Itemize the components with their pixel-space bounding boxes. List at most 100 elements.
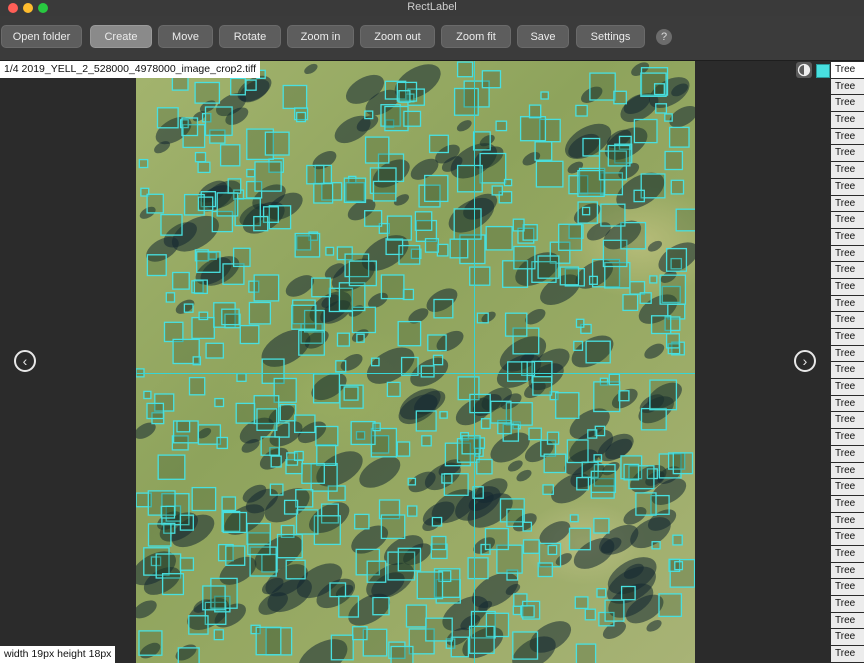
tree-bounding-box[interactable] — [356, 333, 365, 343]
tree-bounding-box[interactable] — [343, 177, 367, 204]
tree-bounding-box[interactable] — [179, 514, 194, 531]
tree-bounding-box[interactable] — [559, 266, 580, 286]
tree-bounding-box[interactable] — [607, 144, 631, 167]
tree-bounding-box[interactable] — [522, 539, 540, 554]
label-list-item[interactable]: Tree — [831, 245, 864, 262]
tree-bounding-box[interactable] — [348, 260, 377, 287]
tree-bounding-box[interactable] — [593, 454, 603, 462]
tree-bounding-box[interactable] — [188, 376, 206, 396]
tree-bounding-box[interactable] — [230, 77, 246, 96]
tree-bounding-box[interactable] — [450, 636, 470, 658]
label-list-item[interactable]: Tree — [831, 62, 864, 78]
tree-bounding-box[interactable] — [547, 544, 558, 556]
label-list-item[interactable]: Tree — [831, 562, 864, 579]
tree-bounding-box[interactable] — [191, 316, 215, 340]
tree-bounding-box[interactable] — [665, 247, 688, 272]
tree-bounding-box[interactable] — [301, 463, 325, 484]
tree-bounding-box[interactable] — [456, 61, 474, 78]
tree-bounding-box[interactable] — [587, 429, 598, 439]
tree-bounding-box[interactable] — [386, 381, 401, 398]
tree-bounding-box[interactable] — [639, 292, 652, 304]
tree-bounding-box[interactable] — [665, 333, 680, 349]
tree-bounding-box[interactable] — [146, 402, 165, 420]
tree-bounding-box[interactable] — [364, 136, 390, 164]
tree-bounding-box[interactable] — [402, 288, 415, 301]
tree-bounding-box[interactable] — [160, 505, 176, 519]
label-list-item[interactable]: Tree — [831, 212, 864, 228]
tree-bounding-box[interactable] — [604, 599, 625, 622]
contrast-icon[interactable] — [796, 62, 812, 78]
tree-bounding-box[interactable] — [335, 360, 347, 373]
label-list-item[interactable]: Tree — [831, 329, 864, 345]
tree-bounding-box[interactable] — [658, 593, 683, 618]
tree-bounding-box[interactable] — [512, 605, 522, 616]
tree-bounding-box[interactable] — [476, 458, 493, 475]
tree-bounding-box[interactable] — [512, 631, 539, 660]
tree-bounding-box[interactable] — [600, 203, 626, 227]
tree-bounding-box[interactable] — [216, 436, 229, 450]
label-color-swatch[interactable] — [816, 64, 830, 78]
tree-bounding-box[interactable] — [221, 496, 237, 512]
tree-bounding-box[interactable] — [181, 117, 199, 137]
tree-bounding-box[interactable] — [239, 324, 260, 345]
label-list-item[interactable]: Tree — [831, 128, 864, 145]
tree-bounding-box[interactable] — [414, 211, 433, 231]
tree-bounding-box[interactable] — [269, 483, 284, 496]
tree-bounding-box[interactable] — [295, 509, 319, 535]
label-list-item[interactable]: Tree — [831, 395, 864, 412]
tree-bounding-box[interactable] — [291, 304, 317, 330]
tree-bounding-box[interactable] — [672, 452, 694, 475]
tree-bounding-box[interactable] — [593, 517, 610, 534]
tree-bounding-box[interactable] — [311, 277, 331, 298]
tree-bounding-box[interactable] — [613, 90, 627, 105]
open-folder-button[interactable]: Open folder — [1, 25, 82, 48]
tree-bounding-box[interactable] — [202, 585, 226, 611]
tree-bounding-box[interactable] — [364, 110, 374, 120]
tree-bounding-box[interactable] — [675, 208, 695, 232]
tree-bounding-box[interactable] — [255, 626, 282, 656]
label-list-item[interactable]: Tree — [831, 445, 864, 462]
tree-bounding-box[interactable] — [336, 332, 351, 347]
zoom-in-button[interactable]: Zoom in — [287, 25, 354, 48]
tree-bounding-box[interactable] — [415, 410, 437, 432]
tree-bounding-box[interactable] — [204, 106, 233, 136]
tree-bounding-box[interactable] — [161, 573, 185, 596]
tree-bounding-box[interactable] — [235, 402, 256, 424]
tree-bounding-box[interactable] — [456, 164, 483, 193]
tree-bounding-box[interactable] — [640, 407, 667, 431]
tree-bounding-box[interactable] — [254, 161, 282, 192]
tree-bounding-box[interactable] — [575, 643, 597, 663]
label-list-item[interactable]: Tree — [831, 178, 864, 195]
tree-bounding-box[interactable] — [256, 408, 278, 431]
annotation-layer[interactable] — [136, 61, 695, 663]
tree-bounding-box[interactable] — [193, 279, 208, 295]
tree-bounding-box[interactable] — [633, 118, 658, 144]
tree-bounding-box[interactable] — [296, 111, 307, 123]
tree-bounding-box[interactable] — [138, 158, 149, 169]
tree-bounding-box[interactable] — [543, 453, 567, 474]
tree-bounding-box[interactable] — [540, 91, 549, 100]
tree-bounding-box[interactable] — [338, 282, 366, 312]
tree-bounding-box[interactable] — [589, 72, 616, 101]
tree-bounding-box[interactable] — [653, 83, 665, 96]
tree-bounding-box[interactable] — [528, 427, 542, 441]
label-list-item[interactable]: Tree — [831, 529, 864, 545]
tree-bounding-box[interactable] — [495, 120, 508, 132]
tree-bounding-box[interactable] — [532, 376, 553, 396]
tree-bounding-box[interactable] — [520, 605, 535, 618]
tree-bounding-box[interactable] — [588, 275, 598, 285]
tree-bounding-box[interactable] — [283, 499, 299, 515]
tree-bounding-box[interactable] — [216, 192, 239, 217]
tree-bounding-box[interactable] — [449, 238, 469, 259]
create-button[interactable]: Create — [90, 25, 152, 48]
image-canvas[interactable] — [136, 61, 695, 663]
tree-bounding-box[interactable] — [213, 629, 224, 641]
tree-bounding-box[interactable] — [172, 271, 190, 290]
tree-bounding-box[interactable] — [664, 113, 673, 122]
tree-bounding-box[interactable] — [584, 608, 596, 621]
tree-bounding-box[interactable] — [397, 320, 422, 347]
tree-bounding-box[interactable] — [406, 505, 418, 517]
save-button[interactable]: Save — [517, 25, 569, 48]
tree-bounding-box[interactable] — [294, 232, 321, 258]
tree-bounding-box[interactable] — [558, 223, 583, 251]
